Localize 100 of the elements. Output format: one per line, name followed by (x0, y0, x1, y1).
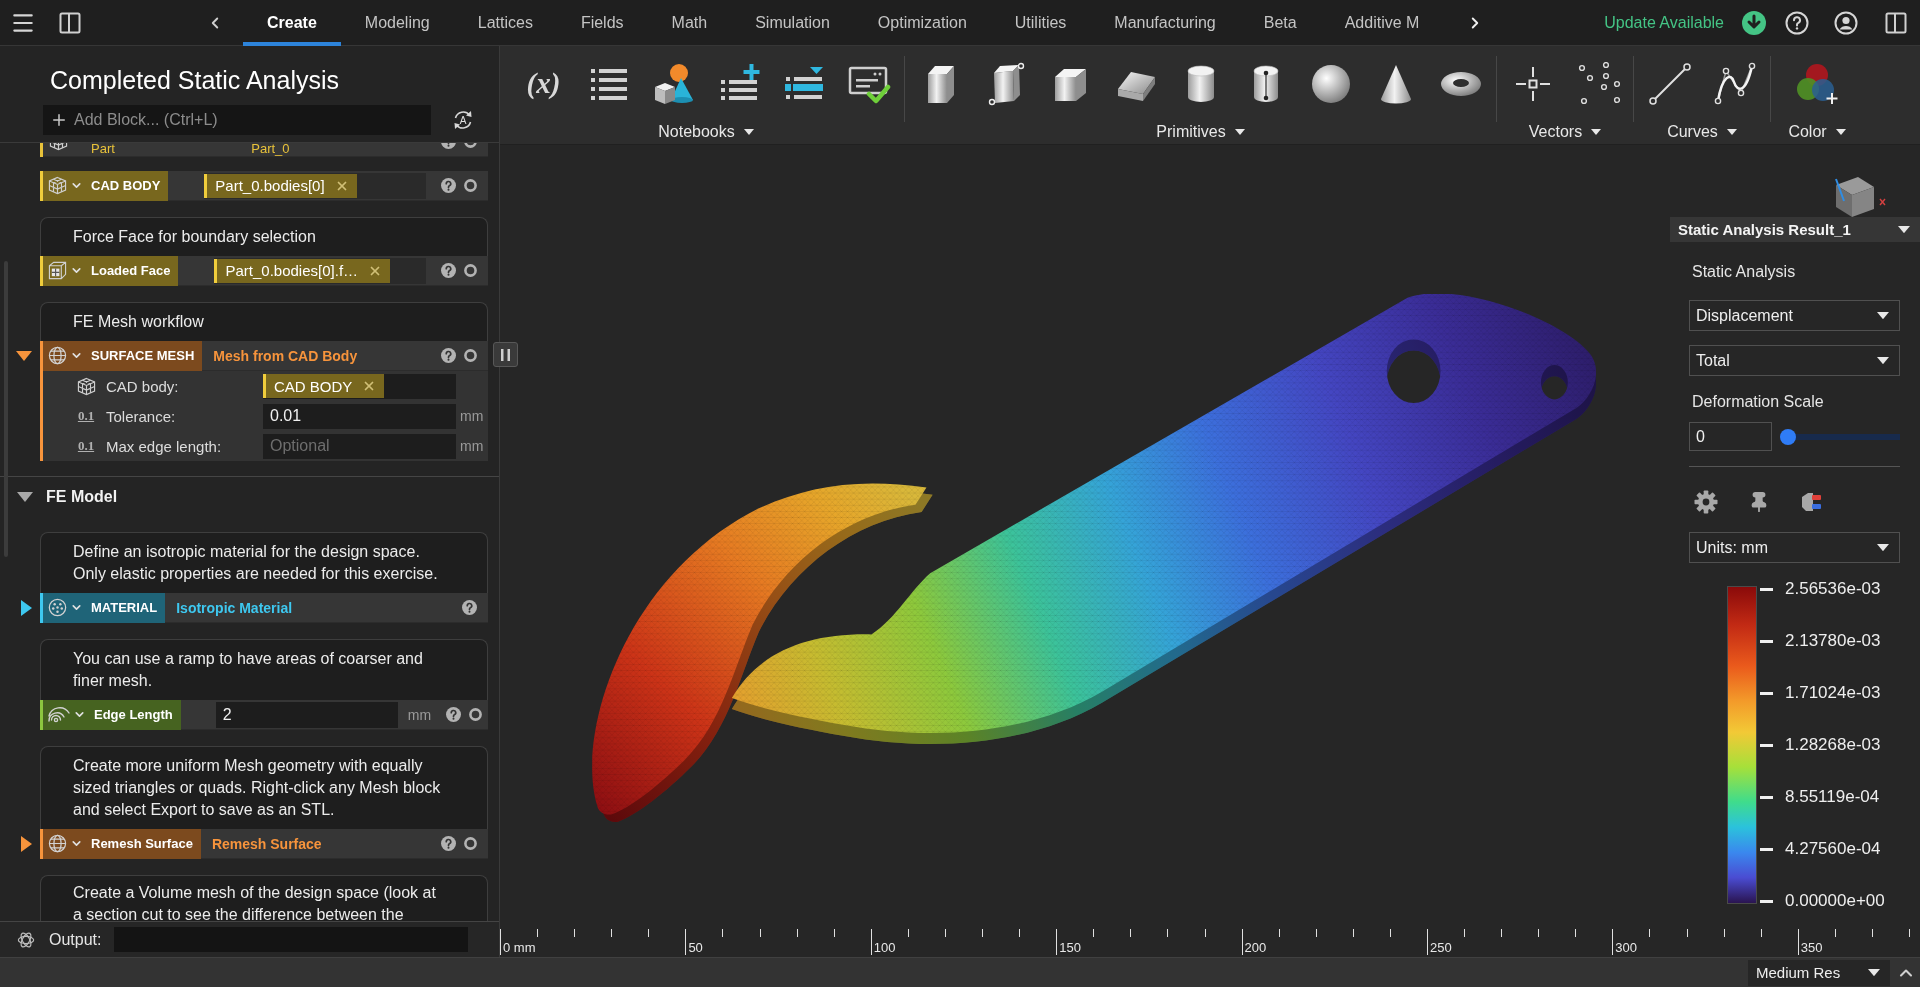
reference-field[interactable]: Part_0.bodies[0].f… (214, 257, 426, 284)
output-label: Output: (49, 930, 102, 949)
ring-icon[interactable] (464, 264, 477, 277)
group-menu-button[interactable]: Vectors (1524, 121, 1606, 143)
reference-chip[interactable]: Part_0.bodies[0] (204, 173, 357, 198)
reference-chip[interactable]: Part_0.bodies[0].f… (214, 258, 391, 283)
settings-icon[interactable] (1694, 490, 1718, 514)
help-icon[interactable] (1785, 10, 1809, 35)
globe-icon (48, 346, 67, 365)
legend-tick (1760, 743, 1773, 747)
component-select[interactable]: Total (1689, 345, 1900, 376)
scale-input[interactable]: 0 (1689, 422, 1772, 451)
color-circles-icon[interactable] (1795, 61, 1839, 106)
tab[interactable]: Lattices (453, 0, 557, 46)
accent-strip (204, 173, 208, 198)
disclosure-triangle-icon[interactable] (21, 836, 32, 852)
ruler-label: 300 (1615, 940, 1638, 955)
section-title: FE Model (46, 487, 118, 506)
block-type-button[interactable]: Edge Length (43, 699, 181, 730)
add-block-field[interactable]: Add Block... (Ctrl+L) (43, 105, 431, 135)
ruler-label: 250 (1429, 940, 1452, 955)
cube-face-icon (48, 261, 67, 280)
user-account-icon[interactable] (1834, 10, 1858, 35)
tab[interactable]: Beta (1239, 0, 1321, 46)
orbit-icon (17, 930, 35, 949)
tab[interactable]: Math (647, 0, 732, 46)
block-type-button[interactable]: CAD BODY (43, 171, 169, 201)
help-icon[interactable] (441, 178, 456, 193)
update-available-link[interactable]: Update Available (1604, 13, 1724, 32)
legend-tick (1760, 691, 1773, 695)
slider-thumb[interactable] (1780, 428, 1796, 445)
number-field[interactable]: Optional (263, 433, 456, 459)
ring-icon[interactable] (464, 179, 477, 192)
number-field[interactable]: 0.01 (263, 403, 456, 429)
caret-down-icon (1868, 968, 1880, 977)
disclosure-triangle-icon[interactable] (21, 600, 32, 616)
panel-layout-icon[interactable] (58, 10, 82, 35)
legend-tick (1760, 899, 1773, 903)
block-type-button[interactable]: MATERIAL (43, 592, 166, 623)
ring-icon[interactable] (464, 349, 477, 362)
panel-heading: Static Analysis (1692, 263, 1797, 281)
quantity-select[interactable]: Displacement (1689, 300, 1900, 331)
caret-down-icon (1877, 356, 1889, 365)
block-value: Part_0 (251, 143, 290, 156)
line-segment-icon[interactable] (1647, 61, 1692, 106)
disclosure-triangle-icon[interactable] (16, 351, 32, 361)
help-icon[interactable] (441, 348, 456, 363)
reference-field[interactable]: CAD BODY (263, 373, 456, 399)
magnet-icon[interactable] (1800, 492, 1822, 512)
ruler-label: 100 (873, 940, 896, 955)
number-field[interactable]: 2 (215, 701, 398, 728)
ruler-label: 150 (1059, 940, 1081, 955)
unit-label: mm (460, 408, 484, 424)
group-menu-button[interactable]: Primitives (1152, 121, 1249, 143)
reference-chip[interactable]: CAD BODY (263, 374, 385, 398)
help-icon[interactable] (441, 263, 456, 278)
unit-label: mm (460, 438, 484, 454)
spline-curve-icon[interactable] (1712, 61, 1757, 106)
units-select[interactable]: Units: mm (1689, 532, 1900, 563)
block-subtitle: Isotropic Material (176, 599, 293, 616)
tab[interactable]: Utilities (990, 0, 1091, 46)
tab[interactable]: Modeling (340, 0, 454, 46)
decimal-symbol: 0.1 (77, 408, 95, 424)
block-type-button[interactable]: Remesh Surface (43, 828, 201, 859)
comment-note: FE Mesh workflow (40, 302, 488, 341)
plus-icon[interactable] (50, 111, 68, 129)
legend-value: 2.56536e-03 (1785, 579, 1881, 599)
tab[interactable]: Additive M (1320, 0, 1444, 46)
tab[interactable]: Simulation (731, 0, 854, 46)
ring-icon[interactable] (469, 708, 483, 721)
tab[interactable]: Fields (556, 0, 648, 46)
block-type-button[interactable]: SURFACE MESH (43, 340, 203, 371)
download-circle-icon[interactable] (1742, 10, 1766, 35)
caret-down-icon (743, 129, 754, 135)
tab[interactable]: Manufacturing (1090, 0, 1240, 46)
result-select[interactable]: Static Analysis Result_1 (1670, 217, 1920, 242)
splitter-handle[interactable] (493, 342, 518, 367)
disclosure-triangle-icon[interactable] (17, 491, 33, 502)
caret-down-icon (1591, 129, 1602, 135)
help-icon[interactable] (462, 600, 477, 615)
resolution-select[interactable]: Medium Res (1748, 959, 1890, 986)
ruler-label: 50 (688, 940, 703, 955)
help-icon[interactable] (446, 707, 462, 722)
ring-icon[interactable] (464, 837, 477, 850)
ruler-label: 0 mm (503, 940, 536, 955)
legend-tick (1760, 587, 1773, 591)
caret-down-icon (1726, 129, 1737, 135)
legend-value: 8.55119e-04 (1785, 787, 1880, 807)
tab[interactable]: Optimization (853, 0, 991, 46)
panel-layout-icon[interactable] (1884, 10, 1908, 35)
block-type-button[interactable]: Loaded Face (43, 255, 179, 286)
help-icon[interactable] (441, 836, 456, 851)
reference-field[interactable]: Part_0.bodies[0] (204, 172, 426, 199)
parameter-label: CAD body: (106, 377, 180, 395)
group-menu-button[interactable]: Notebooks (654, 121, 758, 143)
group-menu-button[interactable]: Color (1784, 121, 1850, 143)
variables-button[interactable]: (x) (511, 67, 576, 100)
group-menu-button[interactable]: Curves (1663, 121, 1741, 143)
legend-value: 4.27560e-04 (1785, 839, 1881, 859)
field-label: Deformation Scale (1692, 393, 1825, 411)
